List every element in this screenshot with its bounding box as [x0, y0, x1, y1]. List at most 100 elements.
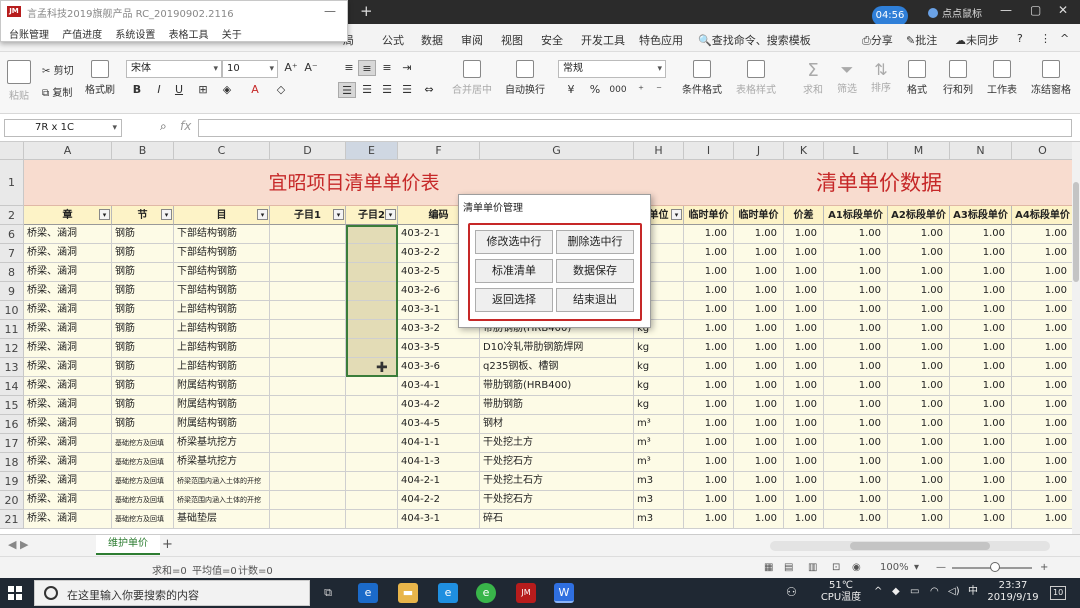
price-cell-i[interactable]: 1.00	[684, 301, 734, 320]
align-middle-icon[interactable]: ≡	[358, 60, 376, 76]
addin-minimize-button[interactable]: —	[324, 4, 336, 18]
filter-button[interactable]: ⏷ 筛选	[834, 60, 860, 95]
table-cell-e[interactable]	[346, 320, 398, 339]
border-icon[interactable]: ⊞	[194, 82, 212, 98]
sync-button[interactable]: ☁未同步	[955, 32, 999, 48]
table-cell-g[interactable]: 干处挖土石方	[480, 472, 634, 491]
price-cell-m[interactable]: 1.00	[888, 263, 950, 282]
zoom-level[interactable]: 100%	[880, 562, 909, 573]
addin-menu-ledger[interactable]: 台账管理	[9, 30, 49, 41]
price-cell-j[interactable]: 1.00	[734, 453, 784, 472]
zoom-slider-handle[interactable]	[990, 562, 1000, 572]
price-cell-n[interactable]: 1.00	[950, 377, 1012, 396]
grow-font-button[interactable]: A⁺	[282, 60, 300, 76]
indent-icon[interactable]: ⇥	[398, 60, 416, 76]
column-header-c[interactable]: C	[174, 142, 270, 160]
table-cell-f[interactable]: 404-2-2	[398, 491, 480, 510]
mouse-tool[interactable]: 点点鼠标	[928, 5, 982, 20]
price-cell-m[interactable]: 1.00	[888, 510, 950, 529]
delete-selected-row-button[interactable]: 删除选中行	[556, 230, 634, 254]
price-cell-n[interactable]: 1.00	[950, 415, 1012, 434]
sum-button[interactable]: Σ 求和	[800, 60, 826, 96]
row-header[interactable]: 9	[0, 282, 24, 301]
table-cell-a[interactable]: 桥梁、涵洞	[24, 415, 112, 434]
table-cell-a[interactable]: 桥梁、涵洞	[24, 282, 112, 301]
table-cell-h[interactable]: m³	[634, 453, 684, 472]
row-header[interactable]: 14	[0, 377, 24, 396]
price-cell-k[interactable]: 1.00	[784, 282, 824, 301]
table-cell-h[interactable]: kg	[634, 339, 684, 358]
table-cell-c[interactable]: 基础垫层	[174, 510, 270, 529]
price-cell-j[interactable]: 1.00	[734, 339, 784, 358]
format-button[interactable]: 格式	[902, 60, 932, 96]
tray-expand-icon[interactable]: ^	[874, 586, 882, 598]
table-cell-a[interactable]: 桥梁、涵洞	[24, 491, 112, 510]
edit-selected-row-button[interactable]: 修改选中行	[475, 230, 553, 254]
price-cell-k[interactable]: 1.00	[784, 263, 824, 282]
table-cell-b[interactable]: 钢筋	[112, 339, 174, 358]
volume-icon[interactable]: ◁)	[948, 586, 960, 598]
table-cell-d[interactable]	[270, 415, 346, 434]
table-cell-g[interactable]: D10冷轧带肋钢筋焊网	[480, 339, 634, 358]
table-cell-b[interactable]: 钢筋	[112, 282, 174, 301]
price-cell-k[interactable]: 1.00	[784, 225, 824, 244]
price-cell-l[interactable]: 1.00	[824, 339, 888, 358]
price-cell-n[interactable]: 1.00	[950, 491, 1012, 510]
row-header-2[interactable]: 2	[0, 206, 24, 225]
price-cell-o[interactable]: 1.00	[1012, 263, 1072, 282]
table-cell-f[interactable]: 403-3-5	[398, 339, 480, 358]
price-cell-j[interactable]: 1.00	[734, 434, 784, 453]
price-cell-l[interactable]: 1.00	[824, 282, 888, 301]
tray-app-icon[interactable]: ◆	[892, 586, 900, 598]
price-cell-k[interactable]: 1.00	[784, 491, 824, 510]
cut-button[interactable]: ✂ 剪切	[42, 62, 74, 77]
price-cell-l[interactable]: 1.00	[824, 225, 888, 244]
table-cell-e[interactable]	[346, 282, 398, 301]
filter-dropdown-icon[interactable]: ▾	[333, 209, 344, 220]
maximize-button[interactable]: ▢	[1030, 3, 1041, 17]
table-cell-e[interactable]	[346, 225, 398, 244]
menu-search[interactable]: 🔍查找命令、搜索模板	[698, 32, 811, 48]
price-cell-l[interactable]: 1.00	[824, 472, 888, 491]
price-cell-i[interactable]: 1.00	[684, 377, 734, 396]
table-cell-c[interactable]: 附属结构钢筋	[174, 415, 270, 434]
table-cell-b[interactable]: 钢筋	[112, 225, 174, 244]
table-cell-h[interactable]: m³	[634, 415, 684, 434]
table-cell-a[interactable]: 桥梁、涵洞	[24, 453, 112, 472]
row-header[interactable]: 19	[0, 472, 24, 491]
minimize-button[interactable]: —	[1000, 3, 1012, 17]
row-header[interactable]: 16	[0, 415, 24, 434]
price-cell-n[interactable]: 1.00	[950, 301, 1012, 320]
price-cell-i[interactable]: 1.00	[684, 472, 734, 491]
table-cell-e[interactable]	[346, 263, 398, 282]
price-cell-j[interactable]: 1.00	[734, 358, 784, 377]
row-header[interactable]: 21	[0, 510, 24, 529]
row-header[interactable]: 15	[0, 396, 24, 415]
price-cell-m[interactable]: 1.00	[888, 244, 950, 263]
percent-button[interactable]: %	[586, 82, 604, 98]
taskbar-search-box[interactable]: 在这里输入你要搜索的内容	[34, 580, 310, 606]
sort-button[interactable]: ⇅ 排序	[868, 60, 894, 94]
clock[interactable]: 23:37 2019/9/19	[986, 580, 1040, 604]
currency-icon[interactable]: ¥	[562, 82, 580, 98]
table-cell-a[interactable]: 桥梁、涵洞	[24, 339, 112, 358]
price-cell-j[interactable]: 1.00	[734, 510, 784, 529]
table-cell-f[interactable]: 403-4-2	[398, 396, 480, 415]
table-cell-b[interactable]: 钢筋	[112, 244, 174, 263]
table-cell-h[interactable]: m3	[634, 472, 684, 491]
tab-maintain-price[interactable]: 维护单价	[96, 535, 160, 555]
price-cell-m[interactable]: 1.00	[888, 453, 950, 472]
addin-menu-progress[interactable]: 产值进度	[62, 30, 102, 41]
price-cell-j[interactable]: 1.00	[734, 396, 784, 415]
price-cell-l[interactable]: 1.00	[824, 510, 888, 529]
price-cell-n[interactable]: 1.00	[950, 320, 1012, 339]
table-cell-c[interactable]: 上部结构钢筋	[174, 301, 270, 320]
filter-dropdown-icon[interactable]: ▾	[161, 209, 172, 220]
price-cell-i[interactable]: 1.00	[684, 453, 734, 472]
row-col-button[interactable]: 行和列	[940, 60, 976, 96]
column-header-h[interactable]: H	[634, 142, 684, 160]
table-cell-g[interactable]: 干处挖土方	[480, 434, 634, 453]
table-cell-b[interactable]: 钢筋	[112, 301, 174, 320]
table-cell-a[interactable]: 桥梁、涵洞	[24, 434, 112, 453]
row-header[interactable]: 7	[0, 244, 24, 263]
